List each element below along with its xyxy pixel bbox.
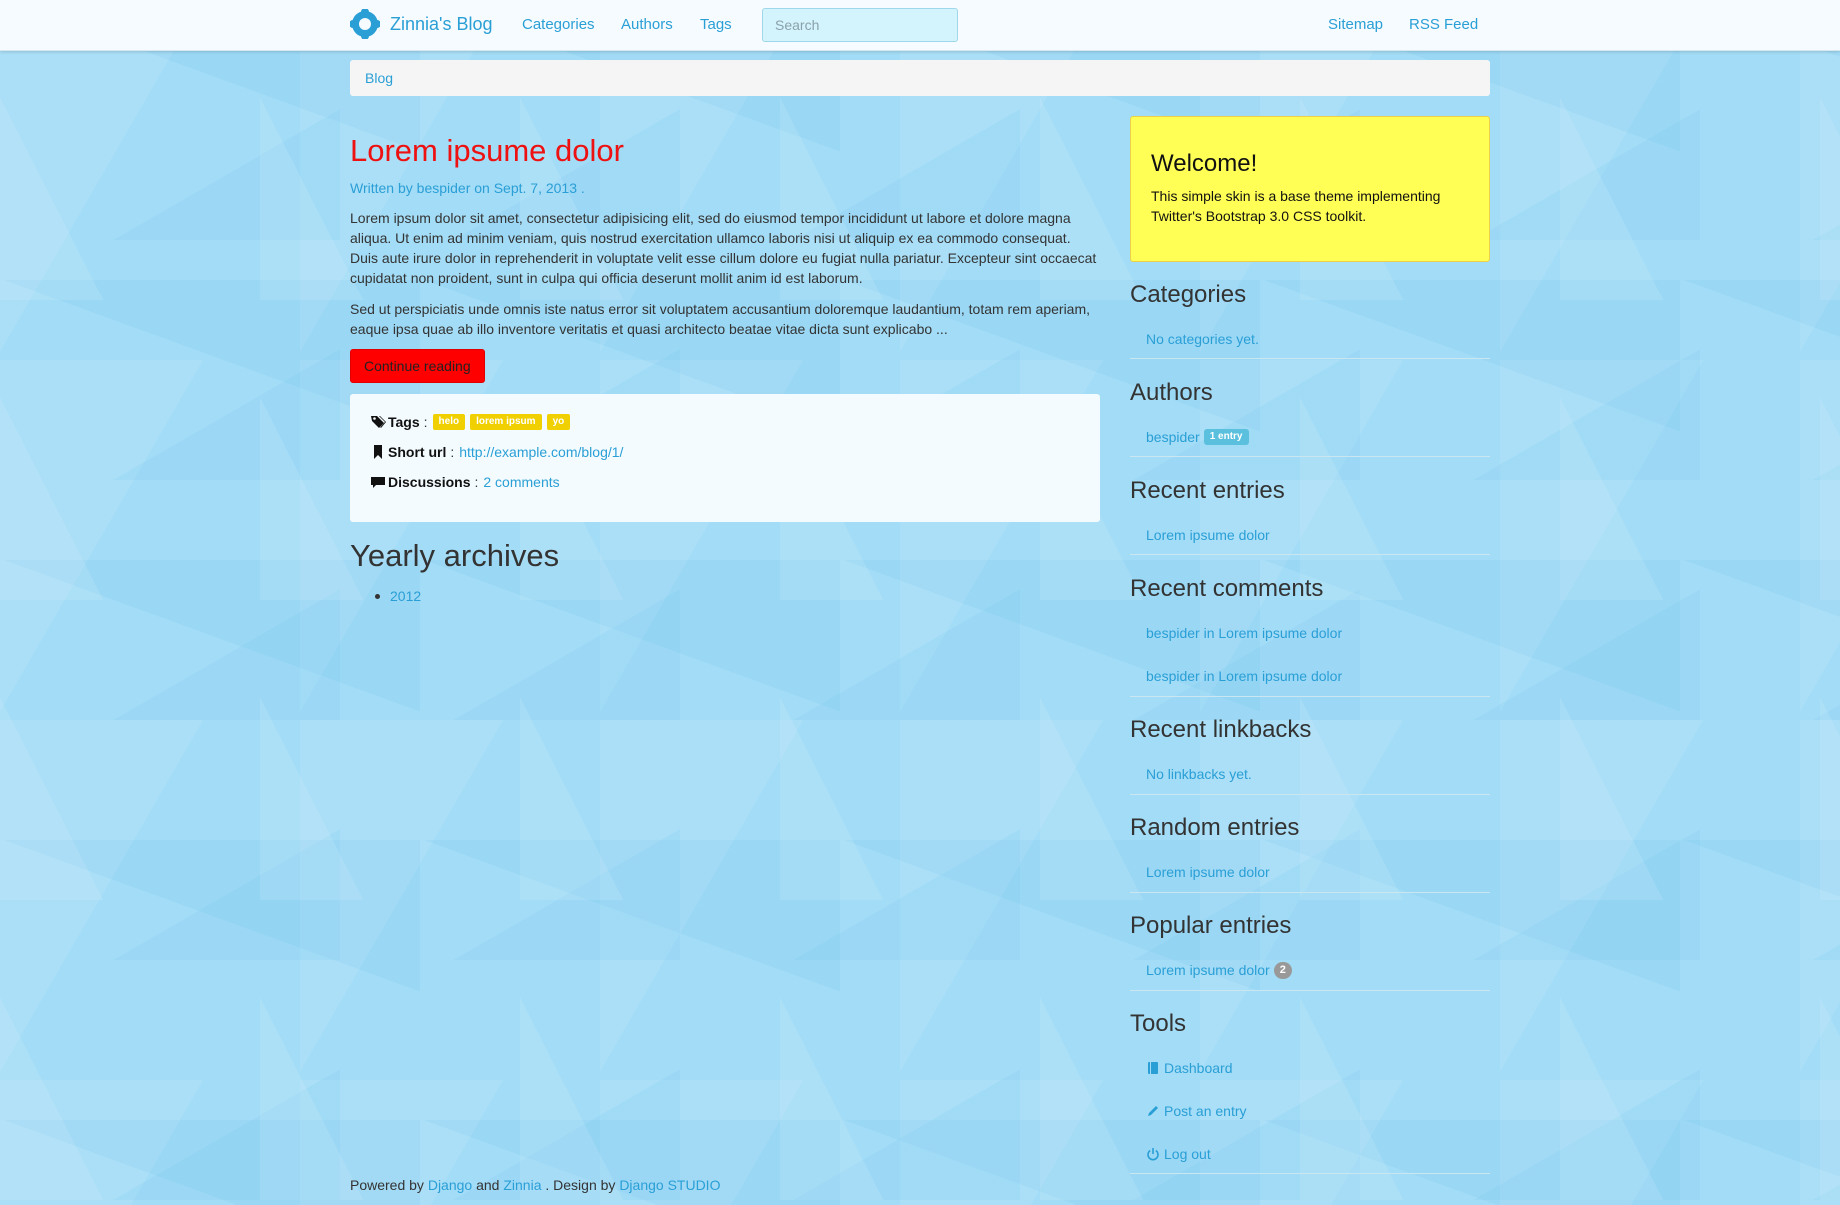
tool-post-entry-label: Post an entry [1164,1103,1247,1119]
discussions-separator: : [474,474,479,490]
author-item: bespider 1 entry [1146,427,1249,447]
short-url-link[interactable]: http://example.com/blog/1/ [459,442,623,462]
random-entry-link[interactable]: Lorem ipsume dolor [1146,862,1270,882]
discussions-link[interactable]: 2 comments [483,472,559,492]
tag-helo[interactable]: helo [432,414,466,430]
tool-post-entry[interactable]: Post an entry [1146,1101,1247,1121]
discussions-label: Discussions [388,474,471,490]
tags-line: Tags : helo lorem ipsum yo [370,412,575,432]
brand-title: Zinnia's Blog [390,14,493,34]
popular-count-badge: 2 [1273,961,1292,979]
footer: Powered by Django and Zinnia . Design by… [350,1175,720,1195]
nav-categories[interactable]: Categories [522,15,595,35]
random-entries-title: Random entries [1130,814,1300,841]
linkbacks-empty: No linkbacks yet. [1146,766,1252,782]
recent-comments-title: Recent comments [1130,575,1324,602]
tags-separator: : [423,414,428,430]
bookmark-icon [374,445,382,459]
entry-title[interactable]: Lorem ipsume dolor [350,132,624,170]
byline-date: Sept. 7, 2013 . [493,180,585,196]
pencil-icon [1148,1106,1158,1116]
byline-on: on [474,180,490,196]
byline-author-link[interactable]: bespider [417,180,471,196]
short-url-separator: : [450,444,455,460]
divider [1130,794,1490,795]
tool-log-out[interactable]: Log out [1146,1144,1211,1164]
short-url-line: Short url : http://example.com/blog/1/ [370,442,623,462]
author-link[interactable]: bespider [1146,427,1200,447]
short-url-label: Short url [388,444,447,460]
recent-entry-link[interactable]: Lorem ipsume dolor [1146,525,1270,545]
divider [1130,1173,1490,1174]
book-icon [1148,1062,1158,1074]
popular-entry-item: Lorem ipsume dolor 2 [1146,960,1292,980]
divider [1130,696,1490,697]
archive-bullet [375,594,380,599]
divider [1130,456,1490,457]
welcome-text: This simple skin is a base theme impleme… [1151,188,1441,224]
entry-paragraph-2: Sed ut perspiciatis unde omnis iste natu… [350,301,1091,337]
welcome-title: Welcome! [1151,150,1258,177]
footer-studio-link[interactable]: Django STUDIO [619,1177,720,1193]
tag-yo[interactable]: yo [546,414,571,430]
yearly-archives-title: Yearly archives [350,538,560,573]
tools-title: Tools [1130,1010,1187,1037]
entry-paragraph-1: Lorem ipsum dolor sit amet, consectetur … [350,210,1097,286]
comment-icon [371,477,385,488]
tag-lorem-ipsum[interactable]: lorem ipsum [470,414,542,430]
footer-powered-by: Powered by [350,1177,424,1193]
divider [1130,554,1490,555]
navbar: Zinnia's Blog Categories Authors Tags Si… [0,0,1840,51]
popular-entries-title: Popular entries [1130,912,1292,939]
tool-dashboard[interactable]: Dashboard [1146,1058,1233,1078]
tags-icon [371,416,386,428]
footer-and: and [476,1177,500,1193]
popular-entry-link[interactable]: Lorem ipsume dolor [1146,960,1270,980]
nav-authors[interactable]: Authors [621,15,673,35]
welcome-panel: Welcome! This simple skin is a base them… [1130,116,1490,262]
tool-dashboard-label: Dashboard [1164,1060,1233,1076]
footer-django-link[interactable]: Django [428,1177,472,1193]
recent-linkbacks-title: Recent linkbacks [1130,716,1312,743]
nav-rss-feed[interactable]: RSS Feed [1409,15,1478,35]
flower-logo-icon [350,9,380,39]
entry-meta-panel: Tags : helo lorem ipsum yo Short url : h… [350,394,1100,522]
authors-title: Authors [1130,379,1213,406]
tool-log-out-label: Log out [1164,1146,1211,1162]
power-icon [1147,1148,1159,1161]
recent-comment-1[interactable]: bespider in Lorem ipsume dolor [1146,623,1342,643]
breadcrumb-blog[interactable]: Blog [365,70,393,86]
recent-comment-2[interactable]: bespider in Lorem ipsume dolor [1146,666,1342,686]
tags-label: Tags [388,414,420,430]
footer-design-by: . Design by [545,1177,616,1193]
archive-year-2012[interactable]: 2012 [390,586,421,606]
entry-byline: Written by bespider on Sept. 7, 2013 . [350,178,585,198]
nav-tags[interactable]: Tags [700,15,732,35]
author-entry-badge: 1 entry [1203,429,1249,445]
continue-reading-button[interactable]: Continue reading [350,349,485,383]
byline-prefix: Written by [350,180,413,196]
nav-sitemap[interactable]: Sitemap [1328,15,1383,35]
search-input[interactable] [762,8,958,42]
divider [1130,358,1490,359]
categories-empty: No categories yet. [1146,331,1259,347]
divider [1130,892,1490,893]
recent-entries-title: Recent entries [1130,477,1285,504]
divider [1130,990,1490,991]
categories-title: Categories [1130,281,1247,308]
breadcrumb: Blog [350,60,1490,96]
footer-zinnia-link[interactable]: Zinnia [503,1177,541,1193]
brand-link[interactable]: Zinnia's Blog [350,6,493,42]
discussions-line: Discussions : 2 comments [370,472,560,492]
